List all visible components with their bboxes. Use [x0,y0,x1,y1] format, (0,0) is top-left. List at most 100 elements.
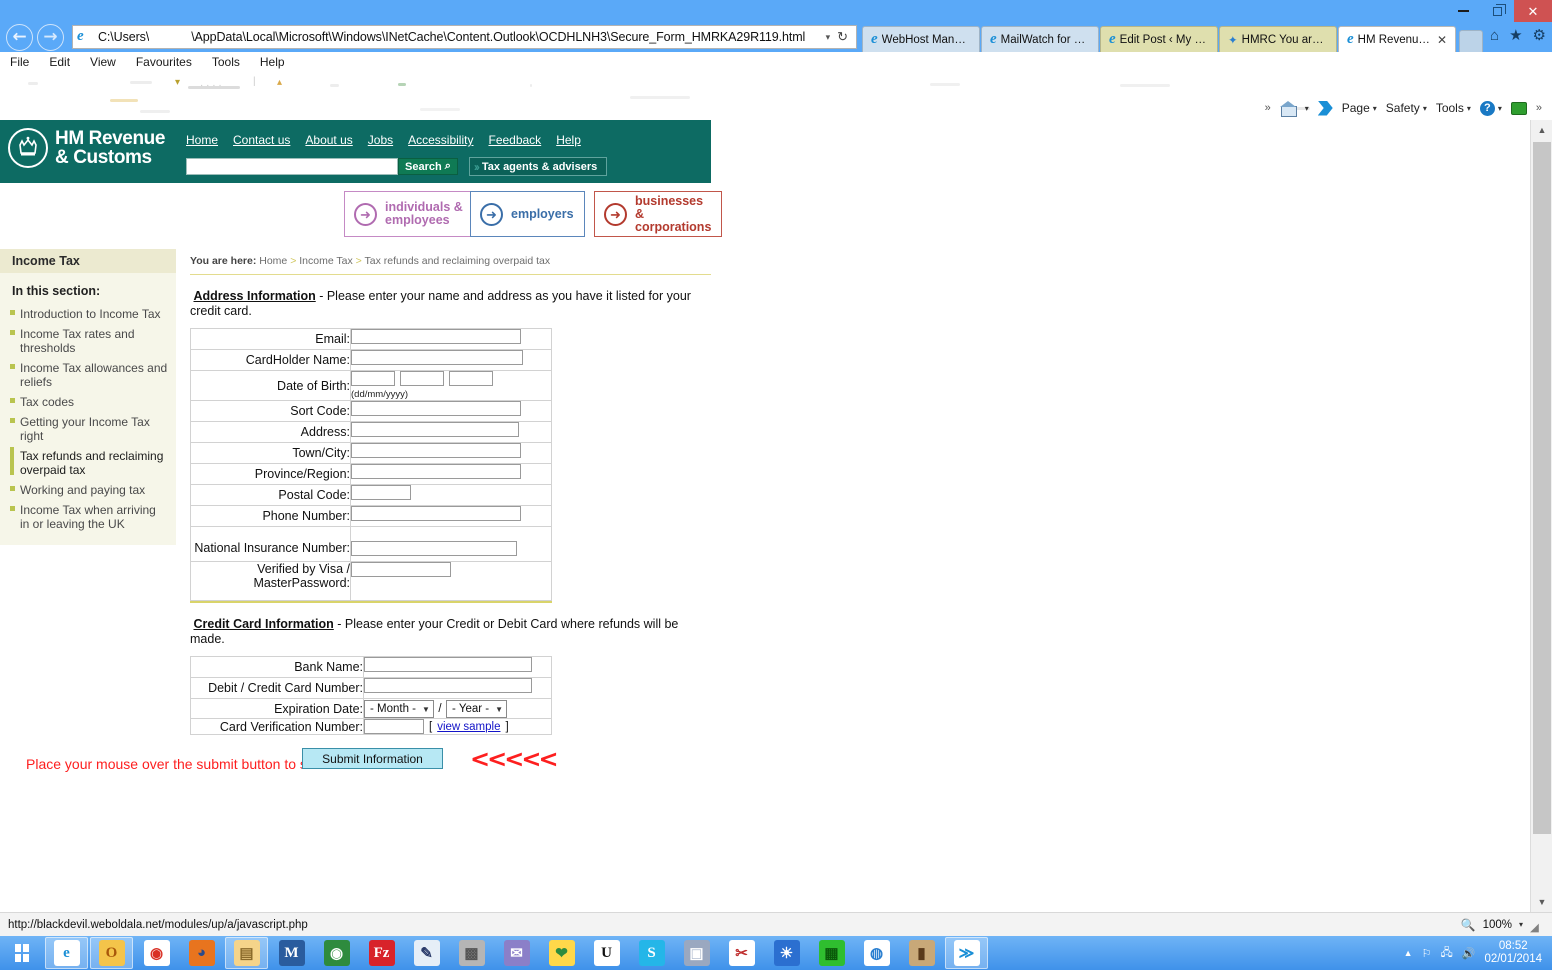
resize-grip-icon[interactable]: ◢ [1530,920,1540,934]
star-icon[interactable]: ★ [1509,26,1522,44]
taskbar-app-filezilla[interactable]: Fz [360,937,403,969]
sidebar-item-working-paying[interactable]: Working and paying tax [0,480,176,500]
tax-agents-button[interactable]: ›› Tax agents & advisers [468,157,608,176]
view-sample-link[interactable]: view sample [437,721,500,733]
taskbar-app-brightness[interactable]: ☀ [765,937,808,969]
taskbar-app-windows-media[interactable]: ◉ [315,937,358,969]
card-number-field[interactable] [364,678,532,693]
nav-home[interactable]: Home [186,133,218,147]
zoom-icon[interactable]: 🔍 [1461,918,1476,932]
card-verification-field[interactable] [364,719,424,734]
audience-tab-employers[interactable]: ➜ employers [470,191,585,237]
dob-day-field[interactable] [351,371,395,386]
taskbar-app-mailwatch[interactable]: M [270,937,313,969]
phone-number-field[interactable] [351,506,521,521]
bank-name-field[interactable] [364,657,532,672]
taskbar-app-firefox[interactable]: ◕ [180,937,223,969]
nav-contact-us[interactable]: Contact us [233,133,290,147]
safety-menu[interactable]: Safety ▾ [1386,101,1427,115]
menu-help[interactable]: Help [260,55,285,69]
menu-tools[interactable]: Tools [212,55,240,69]
home-icon[interactable]: ⌂ [1490,27,1499,44]
breadcrumb-income-tax[interactable]: Income Tax [299,255,353,267]
taskbar-app-feed-app[interactable]: ≫ [945,937,988,969]
taskbar-app-chrome[interactable]: ◉ [135,937,178,969]
scroll-up-arrow-icon[interactable]: ▲ [1531,120,1552,140]
address-bar[interactable]: e C:\Users\ \AppData\Local\Microsoft\Wind… [72,25,857,49]
scrollbar-thumb[interactable] [1533,142,1551,834]
nav-help[interactable]: Help [556,133,581,147]
sidebar-item-arriving-leaving[interactable]: Income Tax when arriving in or leaving t… [0,500,176,545]
hmrc-logo[interactable]: HM Revenue & Customs [8,128,165,168]
nav-accessibility[interactable]: Accessibility [408,133,473,147]
browser-tab-1[interactable]: e WebHost Manag... [862,26,980,52]
zoom-caret-icon[interactable]: ▾ [1519,920,1523,929]
home-icon[interactable] [1279,100,1297,117]
sidebar-item-tax-codes[interactable]: Tax codes [0,392,176,412]
sidebar-item-rates-thresholds[interactable]: Income Tax rates and thresholds [0,324,176,358]
nav-jobs[interactable]: Jobs [368,133,393,147]
network-icon[interactable]: 🖧 [1440,944,1452,963]
menu-file[interactable]: File [10,55,29,69]
help-menu[interactable]: ? ▾ [1479,100,1502,116]
dob-month-field[interactable] [400,371,444,386]
browser-tab-2[interactable]: e MailWatch for M... [981,26,1099,52]
tab-close-icon[interactable]: ✕ [1437,33,1447,47]
sidebar-item-getting-right[interactable]: Getting your Income Tax right [0,412,176,446]
addon-icon[interactable] [1510,101,1527,115]
browser-tab-4[interactable]: ✦ HMRC You are el... [1219,26,1337,52]
national-insurance-field[interactable] [351,541,517,556]
nav-feedback[interactable]: Feedback [488,133,541,147]
volume-icon[interactable]: 🔊 [1462,947,1476,960]
menu-view[interactable]: View [90,55,116,69]
minimize-button[interactable] [1446,0,1480,22]
new-tab-button[interactable] [1459,30,1483,52]
start-button[interactable] [0,936,44,970]
sidebar-item-introduction[interactable]: Introduction to Income Tax [0,304,176,324]
taskbar-app-file-explorer[interactable]: ▤ [225,937,268,969]
close-button[interactable]: ✕ [1514,0,1552,22]
province-region-field[interactable] [351,464,521,479]
cardholder-name-field[interactable] [351,350,523,365]
home-caret-icon[interactable]: ▾ [1305,104,1309,113]
taskbar-app-book-app[interactable]: ▮ [900,937,943,969]
menu-edit[interactable]: Edit [49,55,70,69]
show-hidden-icons-icon[interactable]: ▲ [1404,948,1413,958]
overflow-left-icon[interactable]: » [1265,102,1271,114]
taskbar-app-firewall[interactable]: ▩ [450,937,493,969]
taskbar-app-green-app[interactable]: ▦ [810,937,853,969]
submit-information-button[interactable]: Submit Information [302,748,443,769]
email-field[interactable] [351,329,521,344]
forward-button[interactable]: → [37,23,64,51]
refresh-icon[interactable]: ↻ [837,29,856,45]
overflow-right-icon[interactable]: » [1536,102,1542,114]
taskbar-app-internet-explorer[interactable]: e [45,937,88,969]
maximize-button[interactable] [1480,0,1514,22]
browser-tab-5-active[interactable]: e HM Revenue ... ✕ [1338,26,1456,52]
menu-favourites[interactable]: Favourites [136,55,192,69]
taskbar-app-truecrypt[interactable]: U [585,937,628,969]
sidebar-item-tax-refunds[interactable]: Tax refunds and reclaiming overpaid tax [0,446,176,480]
clock[interactable]: 08:52 02/01/2014 [1484,940,1542,966]
audience-tab-individuals[interactable]: ➜ individuals & employees [344,191,474,237]
feeds-icon[interactable] [1317,100,1333,116]
taskbar-app-snipping-tool[interactable]: ✂ [720,937,763,969]
taskbar-app-outlook-express[interactable]: ✉ [495,937,538,969]
expiry-month-select[interactable]: - Month - ▼ [364,700,434,718]
sidebar-item-allowances-reliefs[interactable]: Income Tax allowances and reliefs [0,358,176,392]
page-scrollbar[interactable]: ▲ ▼ [1530,120,1552,912]
dob-year-field[interactable] [449,371,493,386]
tools-menu[interactable]: Tools ▾ [1436,101,1471,115]
page-menu[interactable]: Page ▾ [1342,101,1377,115]
search-button[interactable]: Search ⌕ [398,158,458,175]
breadcrumb-home[interactable]: Home [259,255,287,267]
audience-tab-businesses[interactable]: ➜ businesses & corporations [594,191,723,237]
sort-code-field[interactable] [351,401,521,416]
taskbar-app-paint[interactable]: ❤ [540,937,583,969]
nav-about-us[interactable]: About us [305,133,352,147]
town-city-field[interactable] [351,443,521,458]
taskbar-app-outlook[interactable]: O [90,937,133,969]
search-input[interactable] [186,158,398,175]
taskbar-app-skype[interactable]: S [630,937,673,969]
taskbar-app-malwarebytes[interactable]: ◍ [855,937,898,969]
